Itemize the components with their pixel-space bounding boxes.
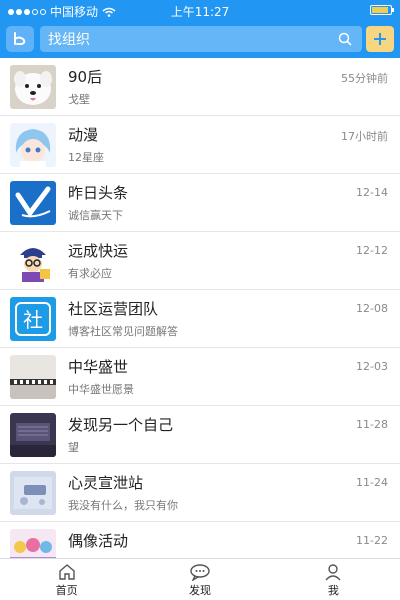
avatar [10,123,56,167]
status-bar: 中国移动 上午11:27 [0,0,400,20]
list-item[interactable]: 心灵宣泄站我没有什么，我只有你 11-24 [0,464,400,522]
app-logo-icon[interactable] [6,26,34,52]
list-item[interactable]: 动漫 12星座 17小时前 [0,116,400,174]
organization-name: 动漫 [68,126,99,144]
list-item[interactable]: 社 社区运营团队博客社区常见问题解答 12-08 [0,290,400,348]
search-input[interactable]: 找组织 [40,26,362,52]
tab-me-label: 我 [327,583,339,597]
organization-subtitle: 中华盛世愿景 [68,383,134,396]
organization-name: 社区运营团队 [68,300,159,318]
organization-name: 发现另一个自己 [68,416,174,434]
organization-time: 11-22 [356,534,388,547]
avatar [10,355,56,399]
organization-name: 昨日头条 [68,184,129,202]
organization-time: 17小时前 [341,130,388,143]
organization-name: 90后 [68,68,103,86]
status-time: 上午11:27 [170,5,230,19]
list-item[interactable]: 90后戈壁 55分钟前 [0,58,400,116]
tab-me[interactable]: 我 [267,559,400,600]
organization-subtitle: 戈壁 [68,93,90,106]
search-placeholder: 找组织 [48,32,90,48]
tab-discover[interactable]: 发现 [133,559,266,600]
avatar: 社 [10,297,56,341]
tab-discover-label: 发现 [188,583,211,597]
organization-name: 中华盛世 [68,358,129,376]
organization-time: 12-12 [356,244,388,257]
organization-subtitle: 12星座 [68,151,104,164]
user-icon [325,563,341,580]
organization-time: 12-14 [356,186,388,199]
battery-icon [370,5,394,15]
organization-time: 12-08 [356,302,388,315]
list-item[interactable]: 发现另一个自己望 11-28 [0,406,400,464]
organization-time: 11-28 [356,418,388,431]
organization-subtitle: 望 [68,441,79,454]
list-item[interactable]: 远成快运有求必应 12-12 [0,232,400,290]
organization-subtitle: 有求必应 [68,267,112,280]
organization-list: 90后戈壁 55分钟前动漫 12星座 17小时前昨日头条诚信赢天下 12-14 远成快运有… [0,58,400,558]
avatar [10,413,56,457]
organization-subtitle: 博客社区常见问题解答 [68,325,178,338]
organization-time: 11-24 [356,476,388,489]
organization-time: 12-03 [356,360,388,373]
avatar [10,181,56,225]
plus-icon [374,33,386,45]
organization-name: 心灵宣泄站 [68,474,144,492]
search-bar: 找组织 [0,20,400,58]
organization-time: 55分钟前 [341,72,388,85]
list-item[interactable]: 偶像活动 11-22 [0,522,400,558]
list-item[interactable]: 中华盛世中华盛世愿景 12-03 [0,348,400,406]
tab-home-label: 首页 [55,583,78,597]
avatar [10,471,56,515]
avatar [10,529,56,558]
organization-subtitle: 诚信赢天下 [68,209,123,222]
home-icon [58,563,75,580]
chat-icon [190,563,210,581]
organization-name: 偶像活动 [68,532,129,550]
search-icon[interactable] [338,32,352,46]
organization-name: 远成快运 [68,242,129,260]
avatar [10,65,56,109]
tab-bar: 首页 发现 我 [0,558,400,600]
svg-text:社: 社 [23,308,43,332]
add-button[interactable] [366,26,394,52]
organization-subtitle: 我没有什么，我只有你 [68,499,178,512]
avatar [10,239,56,283]
tab-home[interactable]: 首页 [0,559,133,600]
list-item[interactable]: 昨日头条诚信赢天下 12-14 [0,174,400,232]
